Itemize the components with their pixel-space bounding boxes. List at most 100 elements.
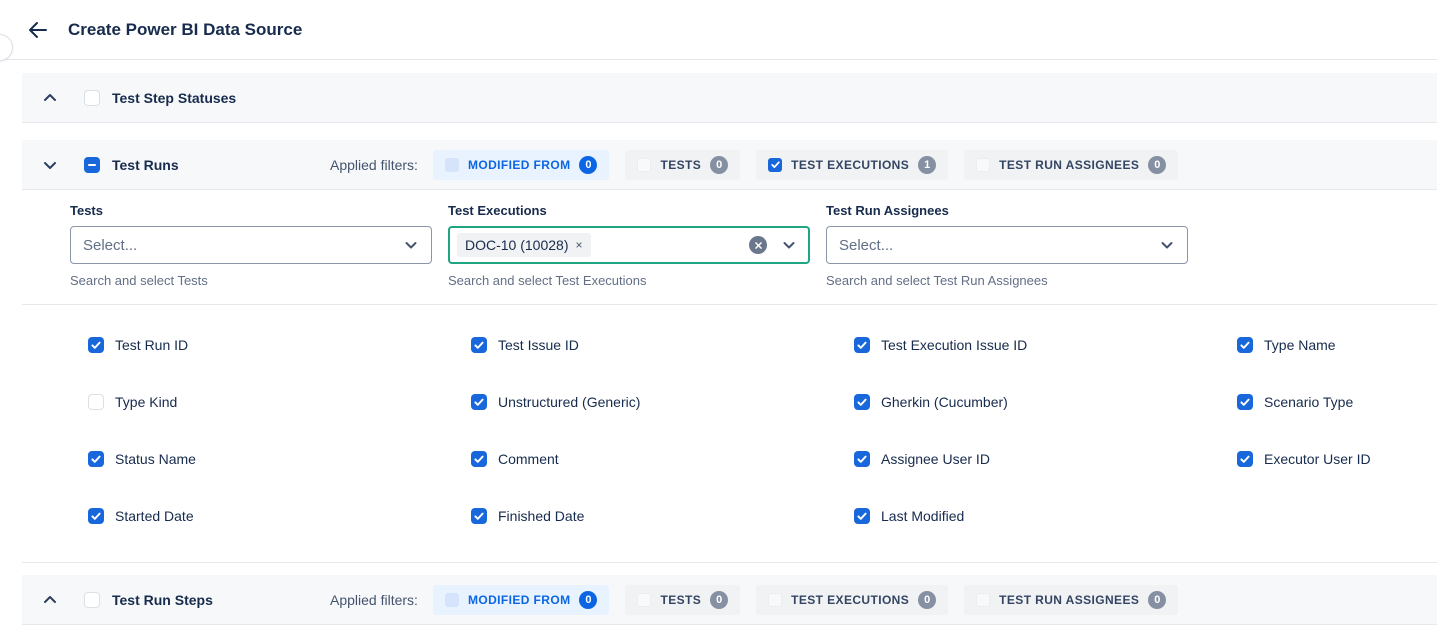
section-test-run-steps: Test Run Steps Applied filters: MODIFIED… [22, 575, 1437, 625]
tests-select[interactable]: Select... [70, 226, 432, 264]
checkmark-icon [1239, 396, 1251, 408]
chevron-up-icon[interactable] [42, 90, 58, 106]
field-item: Scenario Type [1237, 394, 1437, 410]
chevron-up-icon[interactable] [42, 592, 58, 608]
field-checkbox[interactable] [1237, 451, 1253, 467]
chevron-down-icon[interactable] [781, 237, 797, 253]
applied-filters-label: Applied filters: [330, 157, 418, 173]
badge-count: 1 [918, 156, 936, 174]
field-checkbox[interactable] [471, 508, 487, 524]
badge-count: 0 [579, 156, 597, 174]
field-item: Started Date [88, 508, 471, 524]
checkmark-icon [473, 339, 485, 351]
section-label: Test Step Statuses [112, 90, 236, 106]
field-item: Executor User ID [1237, 451, 1437, 467]
badge-label: TEST RUN ASSIGNEES [999, 593, 1139, 607]
badge-label: TEST EXECUTIONS [791, 593, 909, 607]
filter-badge-test-run-assignees[interactable]: TEST RUN ASSIGNEES 0 [964, 150, 1178, 180]
badge-checkbox[interactable] [976, 593, 990, 607]
filter-badges: MODIFIED FROM 0 TESTS 0 TEST EXECUTIONS … [433, 585, 1178, 615]
section-checkbox-test-run-steps[interactable] [84, 592, 100, 608]
field-item: Test Execution Issue ID [854, 337, 1237, 353]
badge-checkbox[interactable] [637, 593, 651, 607]
checkmark-icon [856, 510, 868, 522]
field-checkbox[interactable] [88, 508, 104, 524]
field-checkbox[interactable] [1237, 337, 1253, 353]
back-button[interactable] [24, 16, 52, 44]
clear-all-button[interactable] [749, 236, 767, 254]
indeterminate-dash-icon [88, 164, 96, 166]
field-checkbox[interactable] [1237, 394, 1253, 410]
section-label: Test Runs [112, 157, 179, 173]
filter-badge-test-run-assignees[interactable]: TEST RUN ASSIGNEES 0 [964, 585, 1178, 615]
badge-checkbox[interactable] [445, 593, 459, 607]
field-item: Assignee User ID [854, 451, 1237, 467]
field-item: Test Issue ID [471, 337, 854, 353]
select-placeholder: Select... [839, 237, 893, 254]
checkmark-icon [856, 339, 868, 351]
filter-badge-modified-from[interactable]: MODIFIED FROM 0 [433, 585, 610, 615]
arrow-left-icon [26, 18, 50, 42]
badge-label: MODIFIED FROM [468, 158, 571, 172]
field-checkbox[interactable] [854, 508, 870, 524]
select-label: Test Executions [448, 203, 810, 218]
chevron-down-icon[interactable] [42, 157, 58, 173]
select-label: Test Run Assignees [826, 203, 1188, 218]
filter-badge-test-executions[interactable]: TEST EXECUTIONS 0 [756, 585, 948, 615]
badge-count: 0 [918, 591, 936, 609]
badge-checkbox[interactable] [445, 158, 459, 172]
field-label: Type Kind [115, 394, 177, 410]
field-label: Scenario Type [1264, 394, 1353, 410]
field-checkbox[interactable] [471, 337, 487, 353]
checkmark-icon [90, 510, 102, 522]
filter-badge-tests[interactable]: TESTS 0 [625, 150, 740, 180]
badge-checkbox[interactable] [637, 158, 651, 172]
field-checkbox[interactable] [471, 451, 487, 467]
chevron-down-icon[interactable] [403, 237, 419, 253]
section-test-step-statuses: Test Step Statuses [22, 73, 1437, 123]
test-run-assignees-select[interactable]: Select... [826, 226, 1188, 264]
field-checkbox[interactable] [854, 337, 870, 353]
filter-badges: MODIFIED FROM 0 TESTS 0 TEST EXECUTIONS … [433, 150, 1178, 180]
checkmark-icon [90, 339, 102, 351]
badge-count: 0 [710, 156, 728, 174]
filter-badge-modified-from[interactable]: MODIFIED FROM 0 [433, 150, 610, 180]
badge-checkbox[interactable] [768, 593, 782, 607]
chip-label: DOC-10 (10028) [465, 237, 569, 253]
test-executions-select[interactable]: DOC-10 (10028) × [448, 226, 810, 264]
field-label: Finished Date [498, 508, 584, 524]
field-label: Executor User ID [1264, 451, 1371, 467]
applied-filters-label: Applied filters: [330, 592, 418, 608]
checkmark-icon [856, 396, 868, 408]
sidebar-toggle-button[interactable] [0, 34, 13, 61]
field-item: Last Modified [854, 508, 1237, 524]
field-checkbox[interactable] [471, 394, 487, 410]
badge-label: MODIFIED FROM [468, 593, 571, 607]
chip-remove-icon[interactable]: × [576, 239, 583, 251]
field-checkbox[interactable] [854, 394, 870, 410]
filter-badge-test-executions[interactable]: TEST EXECUTIONS 1 [756, 150, 948, 180]
field-label: Type Name [1264, 337, 1336, 353]
field-item: Gherkin (Cucumber) [854, 394, 1237, 410]
badge-checkbox[interactable] [976, 158, 990, 172]
checkmark-icon [770, 159, 781, 170]
field-checkbox[interactable] [88, 394, 104, 410]
checkmark-icon [90, 453, 102, 465]
selected-value-chip[interactable]: DOC-10 (10028) × [457, 233, 591, 257]
helper-text: Search and select Test Executions [448, 273, 810, 288]
checkmark-icon [1239, 339, 1251, 351]
field-checkbox[interactable] [88, 451, 104, 467]
badge-label: TEST EXECUTIONS [791, 158, 909, 172]
section-checkbox-test-runs[interactable] [84, 157, 100, 173]
field-item: Finished Date [471, 508, 854, 524]
section-checkbox-test-step-statuses[interactable] [84, 90, 100, 106]
test-runs-fields-grid: Test Run ID Test Issue IDTest Execution I… [22, 305, 1437, 563]
badge-checkbox[interactable] [768, 158, 782, 172]
select-placeholder: Select... [83, 237, 137, 254]
chevron-down-icon[interactable] [1159, 237, 1175, 253]
select-col-tests: Tests Select... Search and select Tests [70, 203, 432, 288]
field-label: Test Run ID [115, 337, 188, 353]
filter-badge-tests[interactable]: TESTS 0 [625, 585, 740, 615]
field-checkbox[interactable] [88, 337, 104, 353]
field-checkbox[interactable] [854, 451, 870, 467]
